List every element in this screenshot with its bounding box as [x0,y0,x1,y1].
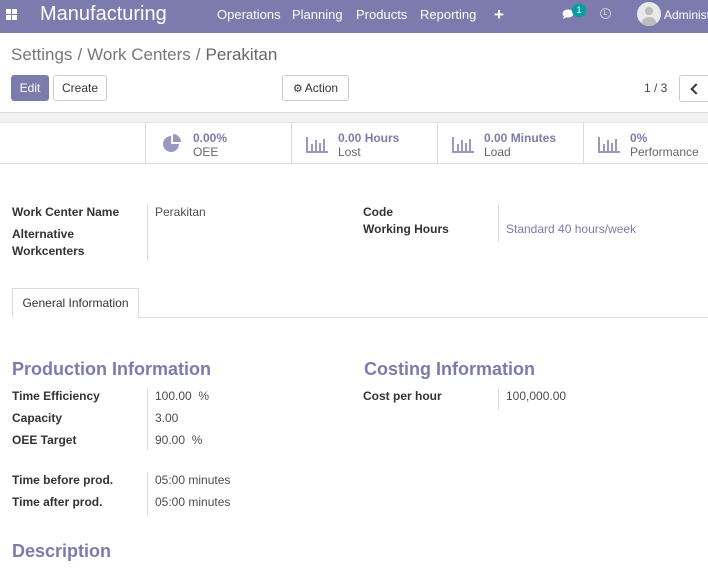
chat-count-badge: 1 [572,4,586,17]
top-navbar: Manufacturing Operations Planning Produc… [0,0,708,33]
bar-chart-icon [452,137,474,153]
field-divider [498,388,499,410]
stat-oee-label: OEE [193,145,219,159]
stat-button-oee[interactable]: 0.00% OEE [145,123,291,163]
work-center-name-label: Work Center Name [12,205,120,219]
capacity-label: Capacity [12,411,63,425]
bar-chart-icon [598,137,620,153]
work-center-name-value: Perakitan [155,205,206,219]
time-efficiency-value: 100.00 % [155,389,210,403]
pie-chart-icon [163,134,181,152]
sheet-top-band [0,112,708,123]
time-before-prod-label: Time before prod. [12,473,114,487]
alternative-workcenters-label-line1: Alternative [12,227,75,241]
user-name[interactable]: Administrator [664,7,708,23]
field-divider [147,388,148,450]
stat-load-label: Load [484,145,511,159]
clock-icon[interactable] [600,8,611,19]
breadcrumb-work-centers[interactable]: Work Centers [87,45,191,64]
breadcrumb-settings[interactable]: Settings [11,45,72,64]
apps-grid-icon[interactable] [6,9,18,21]
breadcrumb: Settings / Work Centers / Perakitan [11,45,278,64]
menu-products[interactable]: Products [356,7,407,23]
stat-lost-label: Lost [338,145,361,159]
stat-performance-label: Performance [630,145,699,159]
capacity-value: 3.00 [155,411,179,425]
stat-load-value: 0.00 Minutes [484,131,557,145]
edit-button[interactable]: Edit [11,75,49,101]
production-information-title: Production Information [12,359,211,379]
alternative-workcenters-label-line2: Workcenters [12,244,85,258]
plus-icon[interactable]: + [494,6,504,23]
field-divider [147,204,148,261]
code-label: Code [363,205,393,219]
stat-oee-value: 0.00% [193,131,228,145]
action-label: Action [304,81,339,95]
working-hours-link[interactable]: Standard 40 hours/week [506,221,636,238]
time-after-prod-value: 05:00 minutes [155,495,231,509]
field-divider [147,472,148,516]
create-button[interactable]: Create [53,75,107,101]
pager-previous-button[interactable] [679,75,708,102]
description-title: Description [12,541,112,561]
menu-planning[interactable]: Planning [292,7,343,23]
cost-per-hour-value: 100,000.00 [506,389,567,403]
pager-value: 1 / 3 [644,81,668,95]
oee-target-value: 90.00 % [155,433,203,447]
avatar[interactable] [637,2,661,26]
stat-buttons-bar: 0.00% OEE 0.00 Hours Lost 0.00 Minutes L… [0,123,708,164]
stat-button-lost[interactable]: 0.00 Hours Lost [291,123,437,163]
app-brand: Manufacturing [40,3,167,25]
action-button[interactable]: ⚙ Action [282,75,349,101]
field-divider [498,204,499,242]
stat-button-load[interactable]: 0.00 Minutes Load [437,123,583,163]
cost-per-hour-label: Cost per hour [363,389,442,403]
time-efficiency-label: Time Efficiency [12,389,100,403]
working-hours-label: Working Hours [363,222,449,236]
breadcrumb-current: Perakitan [205,45,278,64]
menu-reporting[interactable]: Reporting [420,7,476,23]
time-before-prod-value: 05:00 minutes [155,473,231,487]
stat-performance-value: 0% [630,131,648,145]
gear-icon: ⚙ [292,83,303,95]
stat-lost-value: 0.00 Hours [338,131,400,145]
tab-general-information[interactable]: General Information [12,288,139,318]
bar-chart-icon [306,137,328,153]
stat-button-performance[interactable]: 0% Performance [583,123,708,163]
time-after-prod-label: Time after prod. [12,495,103,509]
costing-information-title: Costing Information [364,359,535,379]
oee-target-label: OEE Target [12,433,77,447]
menu-operations[interactable]: Operations [217,7,281,23]
